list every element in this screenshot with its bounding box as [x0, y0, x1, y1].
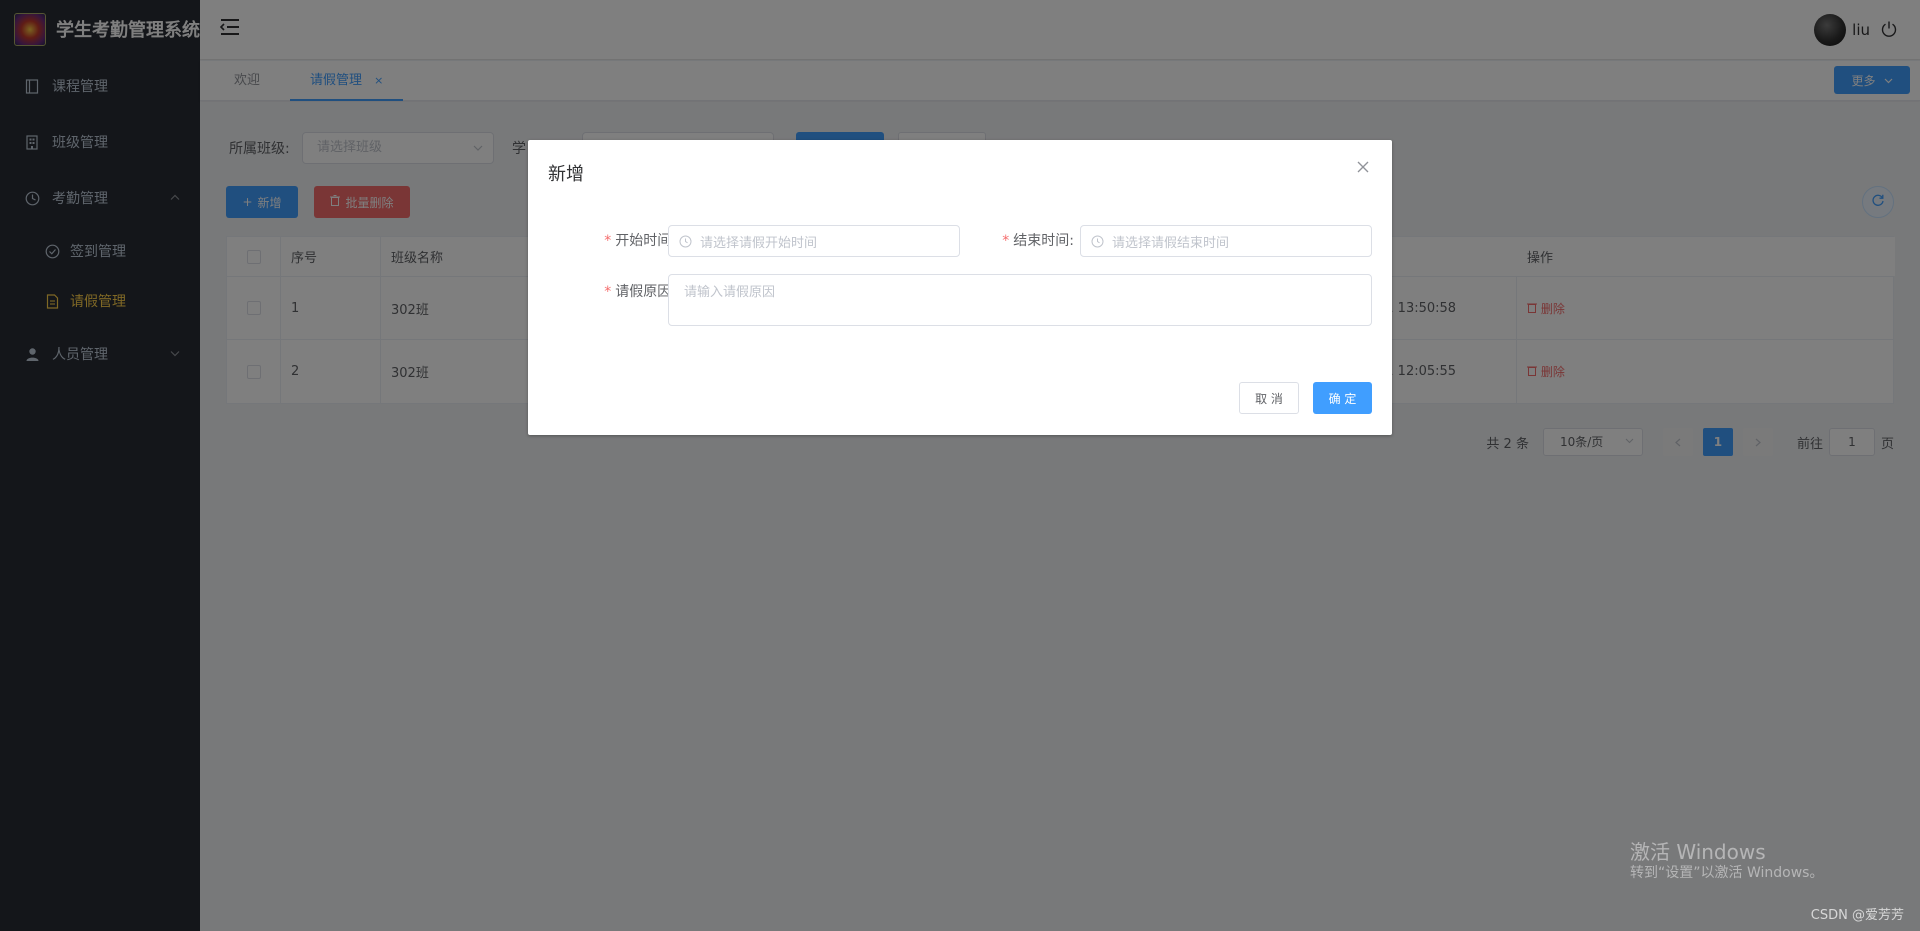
clock-icon	[679, 235, 692, 248]
start-time-picker[interactable]: 请选择请假开始时间	[668, 225, 960, 257]
dialog-title: 新增	[548, 164, 584, 185]
add-leave-dialog: 新增 * 开始时间: 请选择请假开始时间 * 结束时间: 请选择请假结束时间 * 请假…	[528, 140, 1392, 435]
required-mark: *	[1002, 233, 1010, 249]
start-time-label: * 开始时间:	[548, 230, 676, 250]
csdn-credit: CSDN @爱芳芳	[1810, 908, 1904, 923]
required-mark: *	[604, 284, 612, 300]
reason-textarea[interactable]: 请输入请假原因	[668, 274, 1372, 326]
close-icon[interactable]	[1356, 160, 1370, 174]
start-time-placeholder: 请选择请假开始时间	[700, 235, 818, 251]
required-mark: *	[604, 233, 612, 249]
reason-label-text: 请假原因:	[615, 284, 676, 300]
end-time-placeholder: 请选择请假结束时间	[1112, 235, 1230, 251]
windows-activation-hint: 转到“设置”以激活 Windows。	[1630, 865, 1824, 881]
end-time-label-text: 结束时间:	[1013, 233, 1074, 249]
start-time-label-text: 开始时间:	[615, 233, 676, 249]
reason-placeholder: 请输入请假原因	[684, 285, 776, 300]
clock-icon	[1091, 235, 1104, 248]
reason-label: * 请假原因:	[548, 281, 676, 301]
end-time-label: * 结束时间:	[978, 230, 1074, 250]
end-time-picker[interactable]: 请选择请假结束时间	[1080, 225, 1372, 257]
windows-activation-watermark: 激活 Windows	[1630, 840, 1766, 864]
cancel-button[interactable]: 取 消	[1239, 382, 1299, 414]
confirm-button[interactable]: 确 定	[1313, 382, 1372, 414]
